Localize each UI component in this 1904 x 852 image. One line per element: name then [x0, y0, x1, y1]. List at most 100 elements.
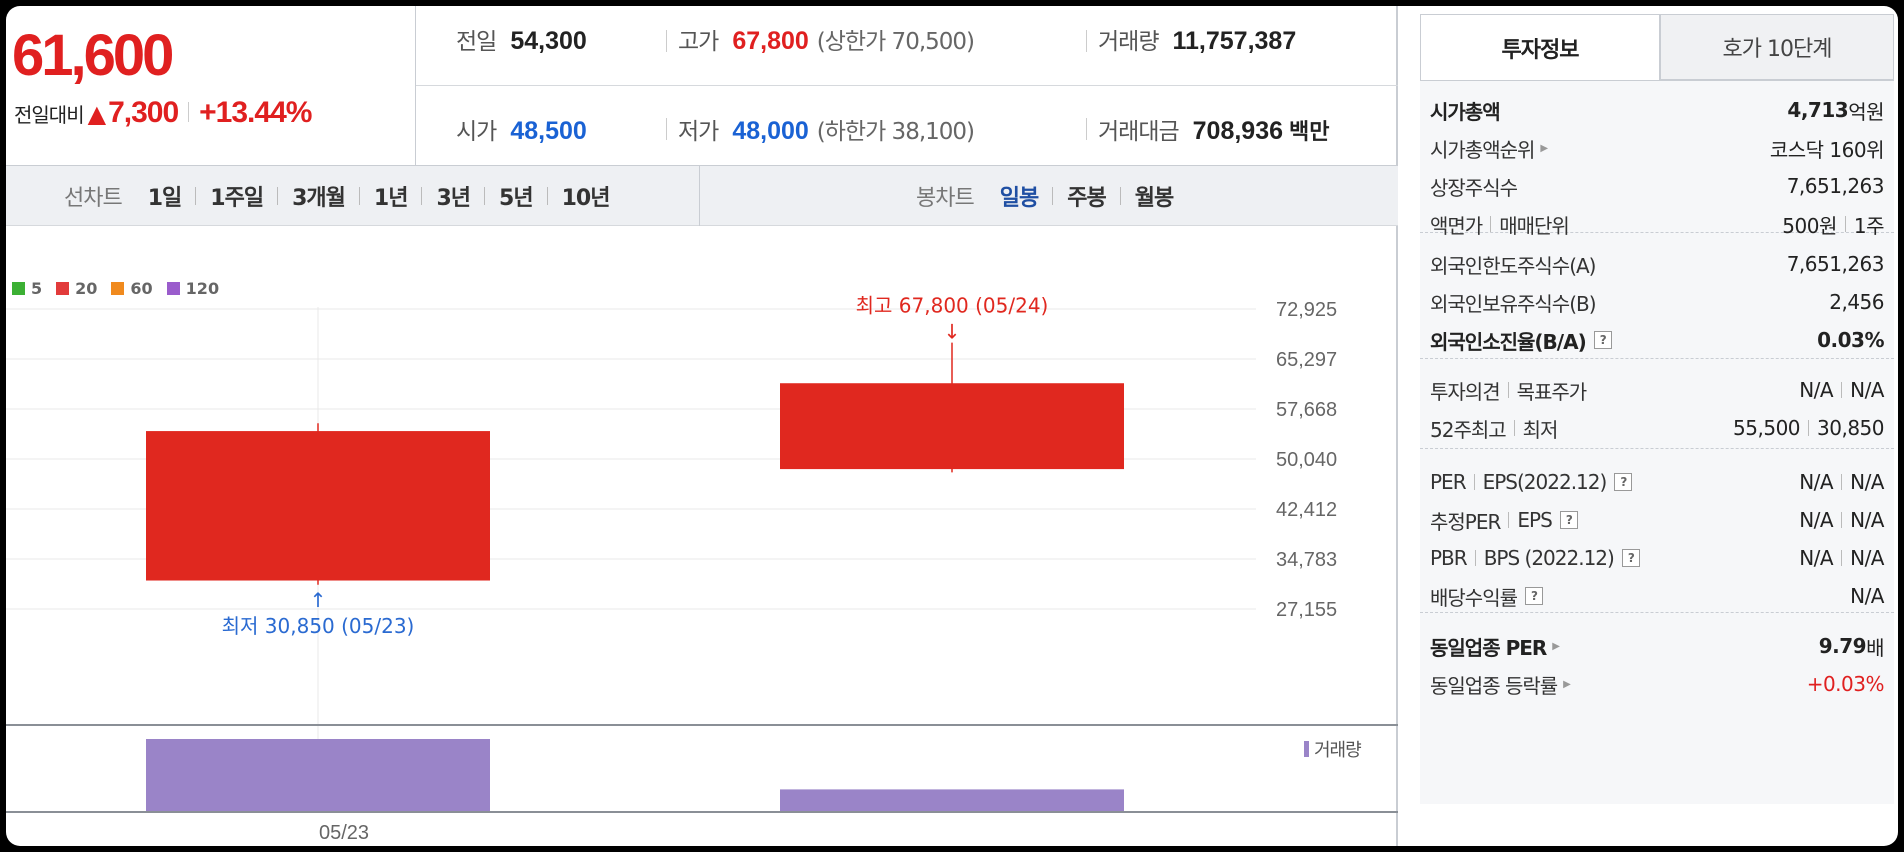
eps-value: N/A — [1850, 470, 1884, 494]
section-sector: 동일업종 PER ▶ 9.79 배 동일업종 등락률 ▶ +0.03% — [1420, 613, 1894, 709]
period-3m[interactable]: 3개월 — [292, 180, 346, 212]
eps-label: EPS(2022.12) — [1482, 470, 1608, 494]
stats-row-2: 시가 48,500 저가 48,000 (하한가 38,100) 거래대금 70… — [416, 86, 1398, 166]
down-arrow-icon: ↓ — [944, 320, 961, 344]
stock-widget: 61,600 전일대비 ▲ 7,300 +13.44% 전일 54,300 고가… — [6, 6, 1898, 846]
x-tick-label: 05/23 — [319, 822, 369, 844]
foreign-hold-label: 외국인보유주식수(B) — [1430, 291, 1597, 316]
candle-weekly[interactable]: 주봉 — [1067, 180, 1106, 212]
divider — [195, 187, 197, 205]
divider — [1119, 187, 1121, 205]
period-10y[interactable]: 10년 — [562, 180, 611, 212]
est-per-label: 추정PER EPS? — [1430, 506, 1578, 535]
sector-per-label[interactable]: 동일업종 PER ▶ — [1430, 632, 1560, 661]
line-chart-periods: 선차트 1일 1주일 3개월 1년 3년 5년 10년 — [6, 166, 700, 226]
change-row: 전일대비 ▲ 7,300 +13.44% — [14, 96, 312, 130]
up-arrow-icon: ↑ — [310, 588, 327, 612]
change-amount: 7,300 — [108, 96, 179, 129]
volume-legend-label: 거래량 — [1314, 740, 1361, 761]
lower-limit: (하한가 38,100) — [816, 119, 975, 145]
current-price: 61,600 — [12, 23, 174, 88]
est-eps-label: EPS — [1517, 508, 1552, 532]
tab-order-book[interactable]: 호가 10단계 — [1660, 14, 1894, 80]
help-icon[interactable]: ? — [1621, 549, 1640, 567]
row-opinion: 투자의견 목표주가 N/A N/A — [1430, 371, 1884, 409]
divider — [1473, 474, 1475, 490]
divider — [1474, 550, 1476, 566]
divider — [484, 187, 486, 205]
tab-investment-info[interactable]: 투자정보 — [1420, 14, 1660, 80]
market-cap-label: 시가총액 — [1430, 99, 1501, 124]
volume-value: 11,757,387 — [1172, 27, 1297, 55]
w52-high-value: 55,500 — [1733, 416, 1801, 440]
row-rank: 시가총액순위 ▶ 코스닥 160위 — [1430, 129, 1885, 167]
caret-right-icon: ▶ — [1540, 142, 1548, 154]
volume-legend-swatch — [1304, 741, 1309, 757]
low-price: 저가 48,000 (하한가 38,100) — [678, 112, 975, 146]
dividend-label: 배당수익률? — [1430, 582, 1543, 611]
per-label-text: PER — [1430, 470, 1467, 494]
sector-rate-label[interactable]: 동일업종 등락률 ▶ — [1430, 670, 1571, 699]
rank-label[interactable]: 시가총액순위 ▶ — [1430, 134, 1548, 163]
help-icon[interactable]: ? — [1593, 331, 1612, 349]
trade-amount: 거래대금 708,936 백만 — [1098, 112, 1330, 146]
section-foreign: 외국인한도주식수(A) 7,651,263 외국인보유주식수(B) 2,456 … — [1420, 233, 1894, 359]
per-value: N/A N/A — [1799, 470, 1884, 494]
est-eps-value: N/A — [1850, 508, 1884, 532]
divider — [1841, 550, 1843, 566]
shares-value: 7,651,263 — [1786, 174, 1885, 198]
row-shares: 상장주식수 7,651,263 — [1430, 167, 1885, 205]
line-chart-title: 선차트 — [64, 186, 123, 211]
help-icon[interactable]: ? — [1525, 587, 1543, 605]
prev-close-label: 전일 — [456, 29, 497, 55]
chart-canvas[interactable]: 72,925 65,297 57,668 50,040 42,412 34,783 27,1… — [6, 227, 1398, 846]
divider — [188, 102, 190, 122]
candle-body — [780, 383, 1124, 470]
opinion-value-text: N/A — [1799, 378, 1834, 402]
upper-limit: (상한가 70,500) — [816, 29, 975, 55]
info-panel: 투자정보 호가 10단계 시가총액 4,713 억원 시가총액순위 ▶ 코스닥 16… — [1420, 14, 1894, 804]
per-value-text: N/A — [1799, 470, 1834, 494]
divider — [1841, 382, 1843, 398]
period-5y[interactable]: 5년 — [499, 180, 534, 212]
prev-close: 전일 54,300 — [456, 22, 587, 56]
price-chart: 5 20 60 120 72,925 65,297 57,668 50,040 42,4… — [6, 227, 1398, 846]
row-pbr: PBR BPS (2022.12)? N/A N/A — [1430, 539, 1884, 577]
foreign-ratio-value: 0.03% — [1817, 328, 1884, 352]
volume-label: 거래량 — [1098, 29, 1159, 55]
divider — [1808, 420, 1810, 436]
dividend-label-text: 배당수익률 — [1430, 585, 1518, 610]
open-price: 시가 48,500 — [456, 112, 587, 146]
sector-rate-label-text: 동일업종 등락률 — [1430, 673, 1558, 698]
help-icon[interactable]: ? — [1614, 473, 1633, 491]
y-tick-label: 27,155 — [1276, 599, 1337, 621]
divider — [1490, 216, 1492, 232]
divider — [358, 187, 360, 205]
foreign-hold-value: 2,456 — [1829, 290, 1884, 314]
volume-bar — [146, 739, 490, 811]
y-tick-label: 34,783 — [1276, 549, 1337, 571]
w52-low-label: 최저 — [1522, 417, 1559, 442]
pbr-label-text: PBR — [1430, 546, 1468, 570]
bps-label: BPS (2022.12) — [1483, 546, 1615, 570]
candle-monthly[interactable]: 월봉 — [1135, 180, 1174, 212]
opinion-label-text: 투자의견 — [1430, 379, 1501, 404]
caret-right-icon: ▶ — [1563, 678, 1571, 690]
open-value: 48,500 — [510, 117, 587, 145]
period-3y[interactable]: 3년 — [436, 180, 471, 212]
w52-low-value: 30,850 — [1817, 416, 1884, 440]
divider — [1086, 30, 1087, 52]
w52-high-label: 52주최고 — [1430, 417, 1507, 442]
period-1d[interactable]: 1일 — [148, 180, 183, 212]
sector-per-number: 9.79 — [1818, 634, 1867, 658]
pbr-value-text: N/A — [1799, 546, 1834, 570]
chart-toolbar: 선차트 1일 1주일 3개월 1년 3년 5년 10년 봉차트 일봉 주봉 월봉 — [6, 166, 1398, 226]
candle-daily[interactable]: 일봉 — [1000, 180, 1039, 212]
high-value: 67,800 — [732, 27, 809, 55]
rank-label-text: 시가총액순위 — [1430, 137, 1535, 162]
period-1y[interactable]: 1년 — [374, 180, 409, 212]
period-1w[interactable]: 1주일 — [210, 180, 264, 212]
opinion-label: 투자의견 목표주가 — [1430, 376, 1587, 405]
help-icon[interactable]: ? — [1559, 511, 1578, 529]
foreign-limit-value: 7,651,263 — [1786, 252, 1885, 276]
